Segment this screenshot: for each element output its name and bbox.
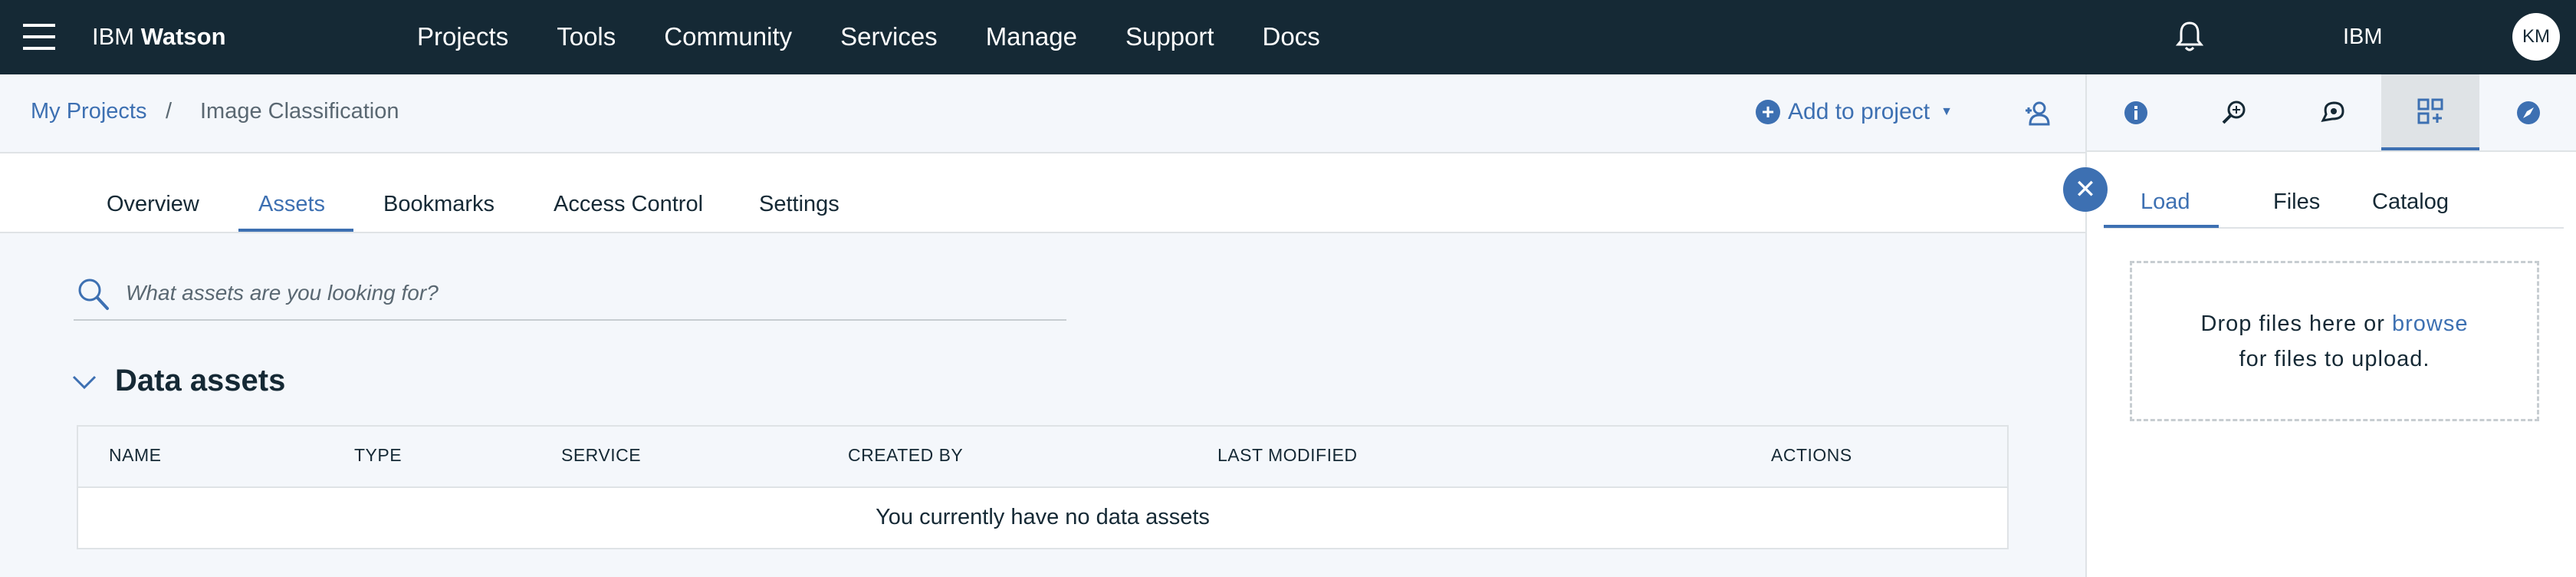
column-type[interactable]: TYPE (354, 445, 402, 466)
data-panel-button[interactable] (2381, 74, 2479, 150)
close-panel-button[interactable]: ✕ (2063, 167, 2108, 212)
comments-panel-button[interactable] (2283, 74, 2381, 150)
table-header: NAME TYPE SERVICE CREATED BY LAST MODIFI… (78, 427, 2007, 488)
column-service[interactable]: SERVICE (561, 445, 641, 466)
column-name[interactable]: NAME (109, 445, 161, 466)
file-dropzone[interactable]: Drop files here or browse for files to u… (2130, 261, 2539, 421)
nav-docs[interactable]: Docs (1263, 21, 1320, 52)
add-collaborator-icon[interactable] (2022, 98, 2053, 129)
nav-manage[interactable]: Manage (986, 21, 1077, 52)
browse-link[interactable]: browse (2392, 312, 2469, 336)
chevron-down-icon (72, 375, 97, 389)
add-to-project-label: Add to project (1788, 99, 1930, 124)
find-data-icon (2222, 101, 2246, 124)
main-nav: Projects Tools Community Services Manage… (417, 21, 1368, 52)
search-input[interactable] (126, 278, 1046, 308)
column-last-modified[interactable]: LAST MODIFIED (1217, 445, 1357, 466)
dropzone-text-line-2: for files to upload. (2239, 346, 2430, 371)
brand-prefix: IBM (92, 23, 135, 50)
dropzone-text-line-1: Drop files here or browse (2201, 306, 2469, 341)
breadcrumb-my-projects[interactable]: My Projects (31, 99, 146, 124)
nav-tools[interactable]: Tools (557, 21, 616, 52)
data-assets-toggle[interactable]: Data assets (71, 364, 285, 398)
close-icon: ✕ (2074, 175, 2097, 204)
active-tab-indicator (238, 229, 353, 232)
breadcrumb-current: Image Classification (200, 99, 399, 124)
side-panel: Load Files Catalog Drop files here or br… (2085, 74, 2576, 577)
explore-panel-button[interactable] (2479, 74, 2576, 150)
chat-icon (2321, 101, 2344, 122)
project-tabs: Overview Assets Bookmarks Access Control… (0, 153, 2085, 233)
data-icon (2417, 98, 2443, 124)
brand-name: Watson (140, 23, 226, 50)
hamburger-menu-icon[interactable] (23, 24, 55, 50)
panel-tab-load[interactable]: Load (2141, 190, 2190, 215)
nav-community[interactable]: Community (664, 21, 792, 52)
plus-circle-icon: + (1756, 100, 1780, 124)
section-title: Data assets (115, 364, 286, 397)
breadcrumb-separator: / (166, 99, 172, 124)
panel-tab-files[interactable]: Files (2273, 190, 2320, 215)
drop-files-text: Drop files here or (2200, 311, 2385, 336)
info-panel-button[interactable] (2087, 74, 2185, 150)
column-actions: ACTIONS (1771, 445, 1852, 465)
find-data-panel-button[interactable] (2185, 74, 2283, 150)
side-panel-toolbar (2087, 74, 2576, 152)
breadcrumb: My Projects / Image Classification + Add… (0, 74, 2085, 153)
tab-overview[interactable]: Overview (107, 192, 199, 217)
nav-projects[interactable]: Projects (417, 21, 508, 52)
caret-down-icon: ▼ (1940, 105, 1953, 118)
panel-tab-catalog[interactable]: Catalog (2372, 190, 2449, 215)
search-icon (78, 279, 109, 310)
bell-icon[interactable] (2174, 20, 2205, 54)
tab-assets[interactable]: Assets (258, 192, 325, 217)
brand-logo[interactable]: IBM Watson (92, 21, 226, 52)
nav-services[interactable]: Services (840, 21, 938, 52)
add-to-project-button[interactable]: + Add to project ▼ (1756, 99, 1953, 125)
tab-access-control[interactable]: Access Control (554, 192, 703, 217)
data-assets-table: NAME TYPE SERVICE CREATED BY LAST MODIFI… (77, 425, 2009, 549)
compass-icon (2517, 101, 2540, 124)
asset-search (74, 270, 1066, 321)
panel-active-tab-indicator (2104, 225, 2219, 228)
account-name[interactable]: IBM (2343, 21, 2383, 52)
top-nav: IBM Watson Projects Tools Community Serv… (0, 0, 2576, 74)
nav-support[interactable]: Support (1125, 21, 1214, 52)
avatar[interactable]: KM (2512, 13, 2560, 61)
empty-state-message: You currently have no data assets (876, 505, 1210, 529)
column-created-by[interactable]: CREATED BY (848, 445, 963, 466)
tab-settings[interactable]: Settings (759, 192, 840, 217)
tab-bookmarks[interactable]: Bookmarks (383, 192, 495, 217)
info-icon (2124, 101, 2147, 124)
